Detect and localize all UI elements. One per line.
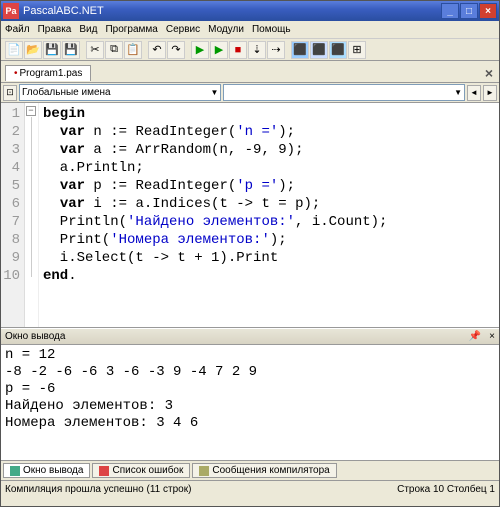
new-file-icon[interactable]: 📄 [5,41,23,59]
status-left: Компиляция прошла успешно (11 строк) [5,484,191,495]
errors-tab-icon [99,466,109,476]
chevron-down-icon: ▼ [454,88,462,97]
scope-combo[interactable]: Глобальные имена ▼ [19,84,221,101]
fold-toggle-icon[interactable]: − [26,106,36,116]
toolbar: 📄 📂 💾 💾 ✂ ⧉ 📋 ↶ ↷ ▶ ▶ ■ ⇣ ⇢ ⬛ ⬛ ⬛ ⊞ [1,39,499,61]
tab-label: Список ошибок [112,465,183,476]
form-icon[interactable]: ⊞ [348,41,366,59]
menu-file[interactable]: Файл [5,24,30,35]
scope-label: Глобальные имена [22,87,111,98]
stop-icon[interactable]: ■ [229,41,247,59]
step-into-icon[interactable]: ⇣ [248,41,266,59]
menu-program[interactable]: Программа [105,24,157,35]
save-icon[interactable]: 💾 [43,41,61,59]
step-over-icon[interactable]: ⇢ [267,41,285,59]
tab-errors[interactable]: Список ошибок [92,463,190,478]
tool-icon[interactable]: ⬛ [310,41,328,59]
line-gutter: 12345678910 [1,103,25,327]
menu-edit[interactable]: Правка [38,24,72,35]
maximize-button[interactable]: □ [460,3,478,19]
menu-help[interactable]: Помощь [252,24,291,35]
code-editor[interactable]: 12345678910 − begin var n := ReadInteger… [1,103,499,328]
paste-icon[interactable]: 📋 [124,41,142,59]
panel-close-icon[interactable]: × [489,331,495,342]
status-right: Строка 10 Столбец 1 [397,484,495,495]
tab-output[interactable]: Окно вывода [3,463,90,478]
output-panel-title: Окно вывода [5,331,65,342]
window-title: PascalABC.NET [23,5,441,17]
run-icon[interactable]: ▶ [191,41,209,59]
tool2-icon[interactable]: ⬛ [329,41,347,59]
copy-icon[interactable]: ⧉ [105,41,123,59]
tab-label: Окно вывода [23,465,83,476]
fold-column: − [25,103,39,327]
title-bar: Pa PascalABC.NET _ □ × [1,1,499,21]
tab-label: Program1.pas [20,68,83,79]
editor-tabs: •Program1.pas × [1,61,499,83]
close-button[interactable]: × [479,3,497,19]
compile-icon[interactable]: ⬛ [291,41,309,59]
chevron-down-icon: ▼ [210,88,218,97]
cut-icon[interactable]: ✂ [86,41,104,59]
dirty-indicator: • [14,68,18,79]
nav-prev-icon[interactable]: ⊡ [3,85,17,101]
app-icon: Pa [3,3,19,19]
undo-icon[interactable]: ↶ [148,41,166,59]
open-file-icon[interactable]: 📂 [24,41,42,59]
run-step-icon[interactable]: ▶ [210,41,228,59]
pin-icon[interactable]: 📌 [469,331,481,342]
navigation-bar: ⊡ Глобальные имена ▼ ▼ ◄ ► [1,83,499,103]
menu-bar: Файл Правка Вид Программа Сервис Модули … [1,21,499,39]
menu-modules[interactable]: Модули [208,24,244,35]
window-buttons: _ □ × [441,3,497,19]
bottom-tabs: Окно вывода Список ошибок Сообщения комп… [1,460,499,480]
tab-label: Сообщения компилятора [212,465,329,476]
output-panel-header: Окно вывода 📌 × [1,328,499,345]
code-area[interactable]: begin var n := ReadInteger('n ='); var a… [39,103,499,327]
nav-left-icon[interactable]: ◄ [467,85,481,101]
redo-icon[interactable]: ↷ [167,41,185,59]
close-tab-icon[interactable]: × [485,65,493,81]
tab-compiler[interactable]: Сообщения компилятора [192,463,336,478]
tab-program1[interactable]: •Program1.pas [5,65,91,81]
minimize-button[interactable]: _ [441,3,459,19]
output-area[interactable]: n = 12 -8 -2 -6 -6 3 -6 -3 9 -4 7 2 9 p … [1,345,499,460]
compiler-tab-icon [199,466,209,476]
output-tab-icon [10,466,20,476]
menu-service[interactable]: Сервис [166,24,200,35]
nav-right-icon[interactable]: ► [483,85,497,101]
menu-view[interactable]: Вид [79,24,97,35]
save-all-icon[interactable]: 💾 [62,41,80,59]
status-bar: Компиляция прошла успешно (11 строк) Стр… [1,480,499,498]
member-combo[interactable]: ▼ [223,84,465,101]
